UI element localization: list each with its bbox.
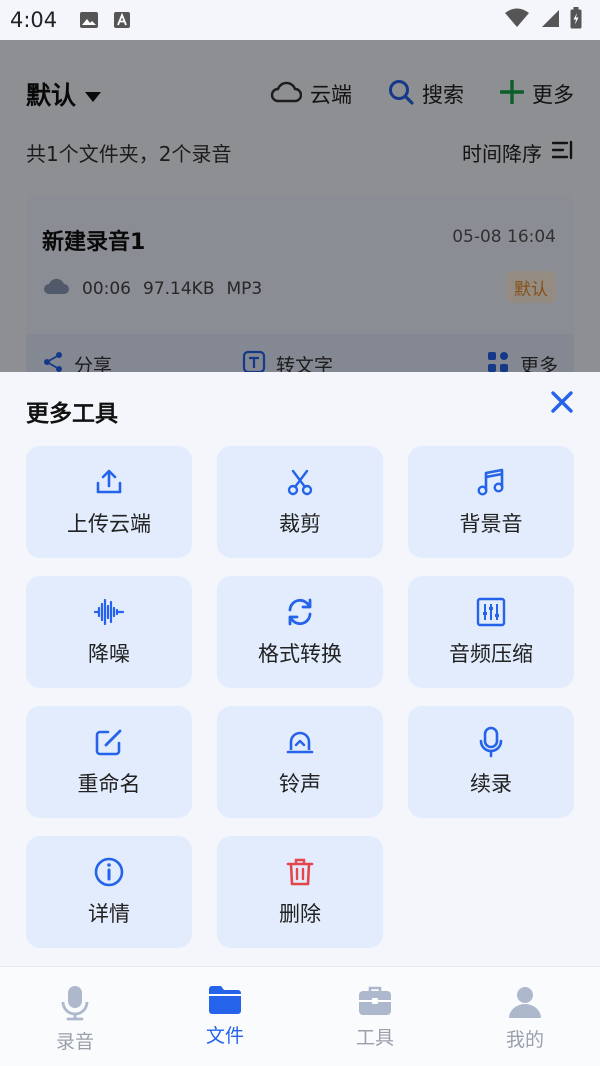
tool-label: 删除 xyxy=(279,902,321,926)
close-icon xyxy=(551,391,573,413)
user-icon xyxy=(509,987,541,1018)
scissors-icon xyxy=(287,469,313,496)
tool-noise-reduction[interactable]: 降噪 xyxy=(26,576,192,688)
tool-background-music[interactable]: 背景音 xyxy=(408,446,574,558)
info-icon xyxy=(94,857,124,887)
music-icon xyxy=(477,468,504,496)
tool-trim[interactable]: 裁剪 xyxy=(217,446,383,558)
tool-upload-cloud[interactable]: 上传云端 xyxy=(26,446,192,558)
waveform-icon xyxy=(93,598,125,626)
tab-label: 录音 xyxy=(55,1031,94,1053)
tab-files[interactable]: 文件 xyxy=(150,967,300,1066)
close-button[interactable] xyxy=(548,388,576,416)
sheet-title: 更多工具 xyxy=(26,401,118,427)
tool-audio-compress[interactable]: 音频压缩 xyxy=(408,576,574,688)
gallery-notification-icon xyxy=(79,11,99,29)
battery-icon xyxy=(570,7,582,33)
tool-label: 裁剪 xyxy=(279,512,321,536)
upload-icon xyxy=(96,469,122,494)
tool-format-convert[interactable]: 格式转换 xyxy=(217,576,383,688)
tool-label: 续录 xyxy=(470,772,512,796)
tool-details[interactable]: 详情 xyxy=(26,836,192,948)
tool-label: 音频压缩 xyxy=(449,642,533,666)
tab-label: 工具 xyxy=(355,1027,394,1049)
tool-label: 详情 xyxy=(88,902,130,926)
tab-label: 我的 xyxy=(505,1029,544,1051)
status-time: 4:04 xyxy=(10,8,58,32)
tool-label: 背景音 xyxy=(459,512,523,536)
toolbox-icon xyxy=(359,986,391,1015)
microphone-icon xyxy=(479,726,503,758)
tab-record[interactable]: 录音 xyxy=(0,967,150,1066)
tool-label: 格式转换 xyxy=(258,642,342,666)
status-bar: 4:04 xyxy=(0,0,600,40)
more-tools-sheet: 更多工具 上传云端 裁剪 背景音 降噪 格式转换 音频压缩 重命名 铃声 续录 … xyxy=(0,372,600,966)
folder-icon xyxy=(209,986,241,1014)
equalizer-icon xyxy=(476,597,506,627)
tool-label: 上传云端 xyxy=(67,512,151,536)
tool-label: 重命名 xyxy=(77,772,141,796)
edit-icon xyxy=(95,729,122,756)
tool-continue-recording[interactable]: 续录 xyxy=(408,706,574,818)
trash-icon xyxy=(286,858,314,886)
tab-profile[interactable]: 我的 xyxy=(450,967,600,1066)
tool-rename[interactable]: 重命名 xyxy=(26,706,192,818)
tools-grid: 上传云端 裁剪 背景音 降噪 格式转换 音频压缩 重命名 铃声 续录 详情 删除 xyxy=(26,446,575,948)
modal-scrim[interactable] xyxy=(0,40,600,372)
tab-tools[interactable]: 工具 xyxy=(300,967,450,1066)
tab-label: 文件 xyxy=(205,1025,244,1047)
tool-ringtone[interactable]: 铃声 xyxy=(217,706,383,818)
microphone-icon xyxy=(61,986,89,1021)
tool-label: 降噪 xyxy=(88,642,130,666)
tool-label: 铃声 xyxy=(279,772,321,796)
convert-icon xyxy=(288,598,312,626)
bottom-tab-bar: 录音 文件 工具 我的 xyxy=(0,966,600,1066)
font-notification-icon xyxy=(113,11,131,29)
bell-icon xyxy=(286,731,314,754)
wifi-icon xyxy=(504,8,530,32)
tool-delete[interactable]: 删除 xyxy=(217,836,383,948)
signal-icon xyxy=(540,8,560,32)
